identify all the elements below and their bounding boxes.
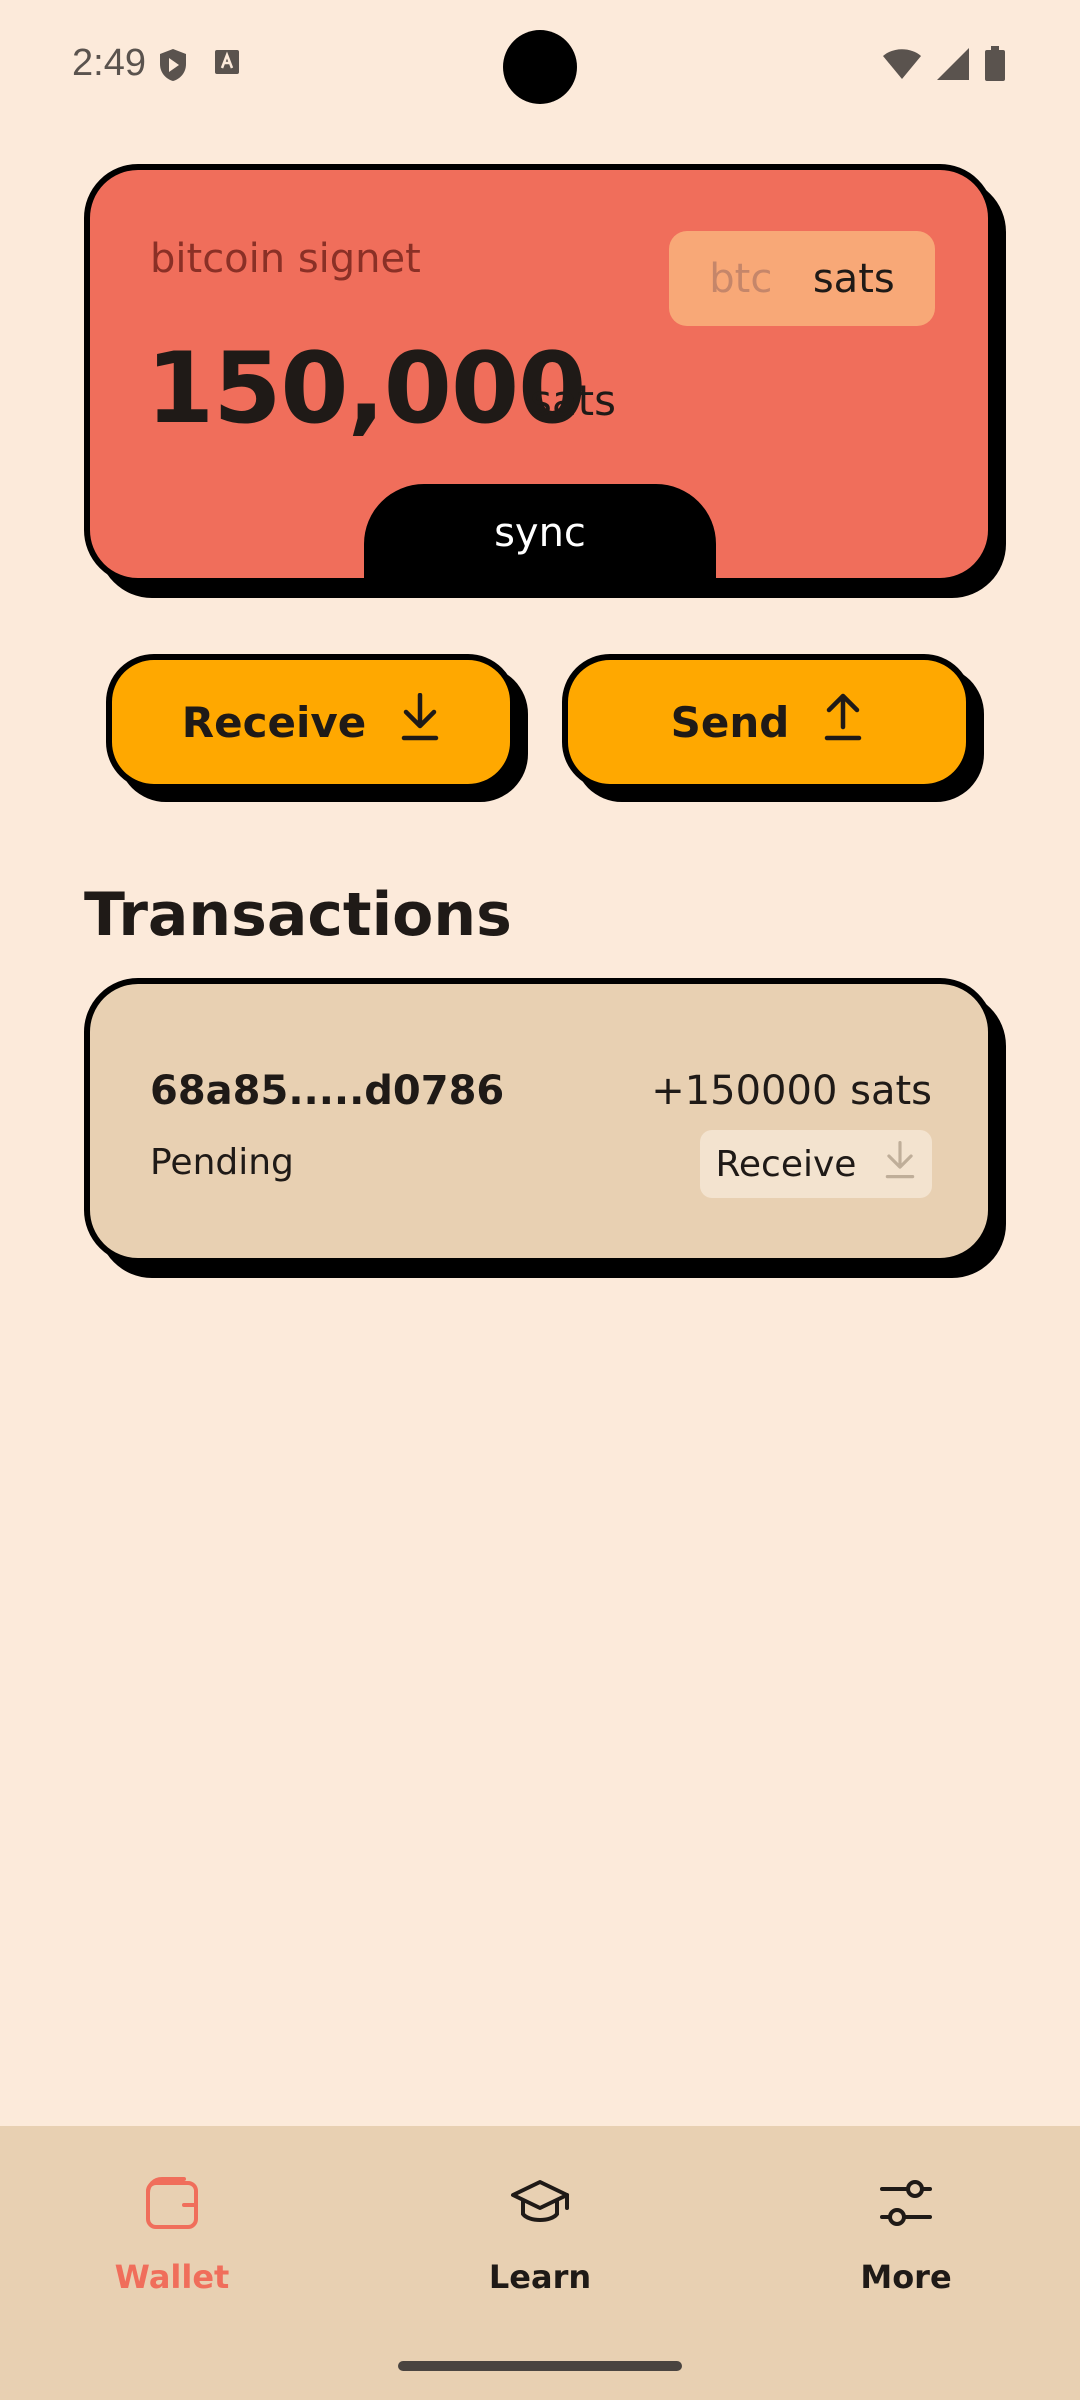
- wallet-icon: [144, 2168, 200, 2238]
- wifi-icon: [882, 48, 922, 84]
- transaction-type-badge: Receive: [700, 1130, 932, 1198]
- nav-label-learn: Learn: [488, 2258, 592, 2296]
- status-icons-left: [158, 48, 240, 86]
- download-icon: [884, 1140, 916, 1188]
- nav-label-more: More: [860, 2258, 952, 2296]
- balance-amount: 150,000: [146, 332, 586, 446]
- download-icon: [400, 692, 440, 751]
- status-bar: 2:49: [0, 0, 1080, 130]
- transaction-card[interactable]: 68a85.....d0786 +150000 sats Pending Rec…: [84, 978, 994, 1264]
- send-button[interactable]: Send: [562, 654, 972, 790]
- balance-card: bitcoin signet btc sats 150,000 sats syn…: [84, 164, 994, 584]
- battery-icon: [984, 46, 1006, 86]
- nav-label-wallet: Wallet: [114, 2258, 230, 2296]
- status-time: 2:49: [72, 42, 146, 84]
- nav-item-more[interactable]: More: [786, 2168, 1026, 2318]
- receive-button[interactable]: Receive: [106, 654, 516, 790]
- unit-option-sats[interactable]: sats: [813, 256, 895, 302]
- nav-item-learn[interactable]: Learn: [420, 2168, 660, 2318]
- home-indicator[interactable]: [398, 2361, 682, 2371]
- transaction-amount: +150000 sats: [651, 1068, 932, 1114]
- sync-button[interactable]: sync: [364, 484, 716, 578]
- send-button-label: Send: [670, 697, 790, 747]
- graduation-cap-icon: [509, 2168, 571, 2238]
- camera-cutout: [503, 30, 577, 104]
- signal-icon: [936, 47, 970, 85]
- sync-label: sync: [494, 510, 586, 556]
- transaction-status: Pending: [150, 1142, 294, 1183]
- shield-play-icon: [158, 48, 188, 86]
- sliders-icon: [878, 2168, 934, 2238]
- transaction-type-label: Receive: [715, 1143, 857, 1185]
- transaction-id: 68a85.....d0786: [150, 1068, 505, 1114]
- nav-item-wallet[interactable]: Wallet: [52, 2168, 292, 2318]
- balance-unit: sats: [530, 376, 616, 425]
- unit-toggle[interactable]: btc sats: [669, 231, 935, 326]
- receive-button-label: Receive: [181, 697, 367, 747]
- network-label: bitcoin signet: [150, 236, 421, 282]
- keyboard-a-icon: [214, 48, 240, 86]
- status-icons-right: [882, 46, 1006, 86]
- unit-option-btc[interactable]: btc: [709, 256, 772, 302]
- bottom-navigation: Wallet Learn More: [0, 2126, 1080, 2400]
- transactions-title: Transactions: [84, 880, 512, 950]
- upload-icon: [823, 693, 863, 751]
